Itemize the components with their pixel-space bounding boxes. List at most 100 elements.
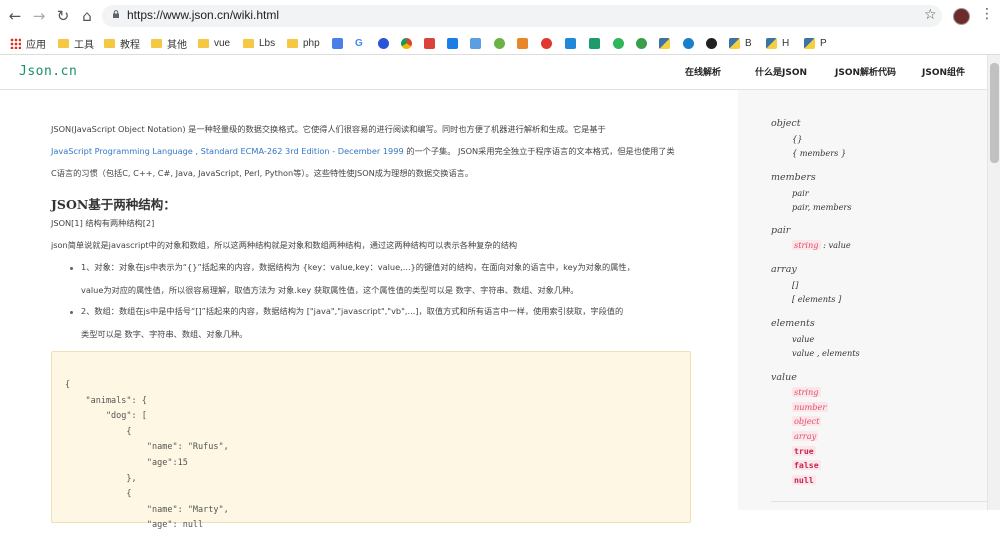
python-icon (766, 37, 777, 49)
site-logo[interactable]: Json.cn (19, 64, 77, 79)
grammar-pair-title: pair (771, 225, 791, 236)
bookmark-h[interactable]: H (766, 35, 789, 51)
site-icon (494, 37, 505, 49)
bookmark-python[interactable] (659, 35, 670, 51)
bookmark-folder-tools[interactable]: 工具 (58, 35, 94, 51)
profile-avatar[interactable] (953, 8, 970, 25)
reference-line: JSON[1] 结构有两种结构[2] (51, 218, 155, 228)
site-header: Json.cn 在线解析 什么是JSON JSON解析代码 JSON组件 (0, 55, 1000, 90)
globe-icon (683, 37, 694, 49)
bookmark-zhihu[interactable] (447, 35, 458, 51)
bookmark-baidu[interactable] (378, 35, 389, 51)
string-token: string (792, 240, 821, 250)
section-heading: JSON基于两种结构： (51, 197, 176, 212)
bookmark-p[interactable]: P (804, 35, 827, 51)
site-icon (541, 37, 552, 49)
bookmark-layers[interactable] (470, 35, 481, 51)
grammar-object-item: {} (792, 134, 803, 144)
grammar-value-item: true (792, 446, 816, 456)
scrollbar-thumb[interactable] (990, 63, 999, 163)
intro-line-2: JavaScript Programming Language , Standa… (51, 146, 675, 156)
lock-icon (113, 10, 119, 18)
site-icon (517, 37, 528, 49)
site-icon (565, 37, 576, 49)
article: JSON(JavaScript Object Notation) 是一种轻量级的… (0, 90, 738, 530)
bookmark-translate[interactable] (332, 35, 343, 51)
nav-what-is-json[interactable]: 什么是JSON (755, 65, 807, 78)
bookmark-g-red[interactable] (541, 35, 552, 51)
layers-icon (470, 37, 481, 49)
github-icon (706, 37, 717, 49)
folder-icon (287, 38, 298, 48)
code-text: { "animals": { "dog": [ { "name": "Rufus… (65, 380, 229, 531)
back-arrow-icon[interactable]: ← (6, 7, 24, 25)
ecma-link[interactable]: JavaScript Programming Language , Standa… (51, 146, 404, 156)
grammar-elements-item: value (792, 334, 815, 344)
bookmark-green-site[interactable] (494, 35, 505, 51)
grammar-array-item: [ elements ] (792, 294, 842, 304)
divider (771, 501, 991, 502)
description-line: json简单说就是javascript中的对象和数组，所以这两种结构就是对象和数… (51, 240, 518, 250)
bookmark-folder-tutorial[interactable]: 教程 (104, 35, 140, 51)
bookmark-blue-square[interactable] (565, 35, 576, 51)
bullet-object-line-2: value为对应的属性值，所以很容易理解，取值方法为 对象.key 获取属性值，… (81, 285, 579, 295)
reload-icon[interactable]: ↻ (54, 7, 72, 25)
bookmark-red-site[interactable] (424, 35, 435, 51)
bullet-dot (70, 267, 73, 270)
bookmark-teal-t[interactable] (589, 35, 600, 51)
bookmarks-bar: 应用 工具 教程 其他 vue Lbs php G B H P (0, 33, 1000, 55)
folder-icon (104, 38, 115, 48)
intro-line-1: JSON(JavaScript Object Notation) 是一种轻量级的… (51, 124, 606, 134)
bullet-array-line-1: 2、数组：数组在js中是中括号“[]”括起来的内容，数据结构为 ["java",… (81, 306, 624, 316)
nav-json-components[interactable]: JSON组件 (922, 65, 965, 78)
grammar-members-item: pair, members (792, 202, 852, 212)
forward-arrow-icon[interactable]: → (30, 7, 48, 25)
grammar-value-item: string (792, 387, 821, 397)
bookmark-green-chat[interactable] (613, 35, 624, 51)
url-text[interactable]: https://www.json.cn/wiki.html (127, 8, 279, 22)
folder-icon (58, 38, 69, 48)
python-icon (729, 37, 740, 49)
home-icon[interactable]: ⌂ (78, 7, 96, 25)
page-scrollbar[interactable] (987, 55, 1000, 510)
grammar-array-title: array (771, 264, 797, 275)
bookmark-folder-php[interactable]: php (287, 35, 320, 51)
bookmark-gear[interactable] (636, 35, 647, 51)
bookmark-chrome[interactable] (401, 35, 412, 51)
grammar-value-item: object (792, 416, 822, 426)
bookmark-globe[interactable] (683, 35, 694, 51)
bookmark-folder-other[interactable]: 其他 (151, 35, 187, 51)
bullet-object-line-1: 1、对象：对象在js中表示为“{}”括起来的内容，数据结构为 {key：valu… (81, 262, 635, 272)
bullet-dot (70, 311, 73, 314)
folder-icon (151, 38, 162, 48)
bookmark-orange-site[interactable] (517, 35, 528, 51)
code-block: { "animals": { "dog": [ { "name": "Rufus… (51, 351, 691, 530)
grammar-value-title: value (771, 372, 797, 383)
site-icon (424, 37, 435, 49)
grammar-value-item: number (792, 402, 829, 412)
bookmark-github[interactable] (706, 35, 717, 51)
python-icon (804, 37, 815, 49)
chrome-icon (401, 37, 412, 49)
nav-online-parse[interactable]: 在线解析 (685, 65, 721, 78)
site-icon (613, 37, 624, 49)
python-icon (659, 37, 670, 49)
bookmark-folder-vue[interactable]: vue (198, 35, 230, 51)
nav-json-parse-code[interactable]: JSON解析代码 (835, 65, 896, 78)
folder-icon (198, 38, 209, 48)
bookmark-b[interactable]: B (729, 35, 752, 51)
bookmark-google[interactable]: G (355, 35, 363, 51)
menu-dots-icon[interactable]: ⋮ (980, 6, 994, 22)
grammar-elements-item: value , elements (792, 348, 860, 358)
gear-icon (636, 37, 647, 49)
grammar-members-item: pair (792, 188, 809, 198)
apps-grid-icon (10, 37, 21, 49)
folder-icon (243, 38, 254, 48)
bookmark-apps[interactable]: 应用 (10, 35, 46, 51)
bookmark-folder-lbs[interactable]: Lbs (243, 35, 275, 51)
bullet-array-line-2: 类型可以是 数字、字符串、数组、对象几种。 (81, 329, 248, 339)
zhihu-icon (447, 37, 458, 49)
translate-icon (332, 37, 343, 49)
grammar-elements-title: elements (771, 318, 815, 329)
star-icon[interactable]: ☆ (924, 7, 937, 23)
